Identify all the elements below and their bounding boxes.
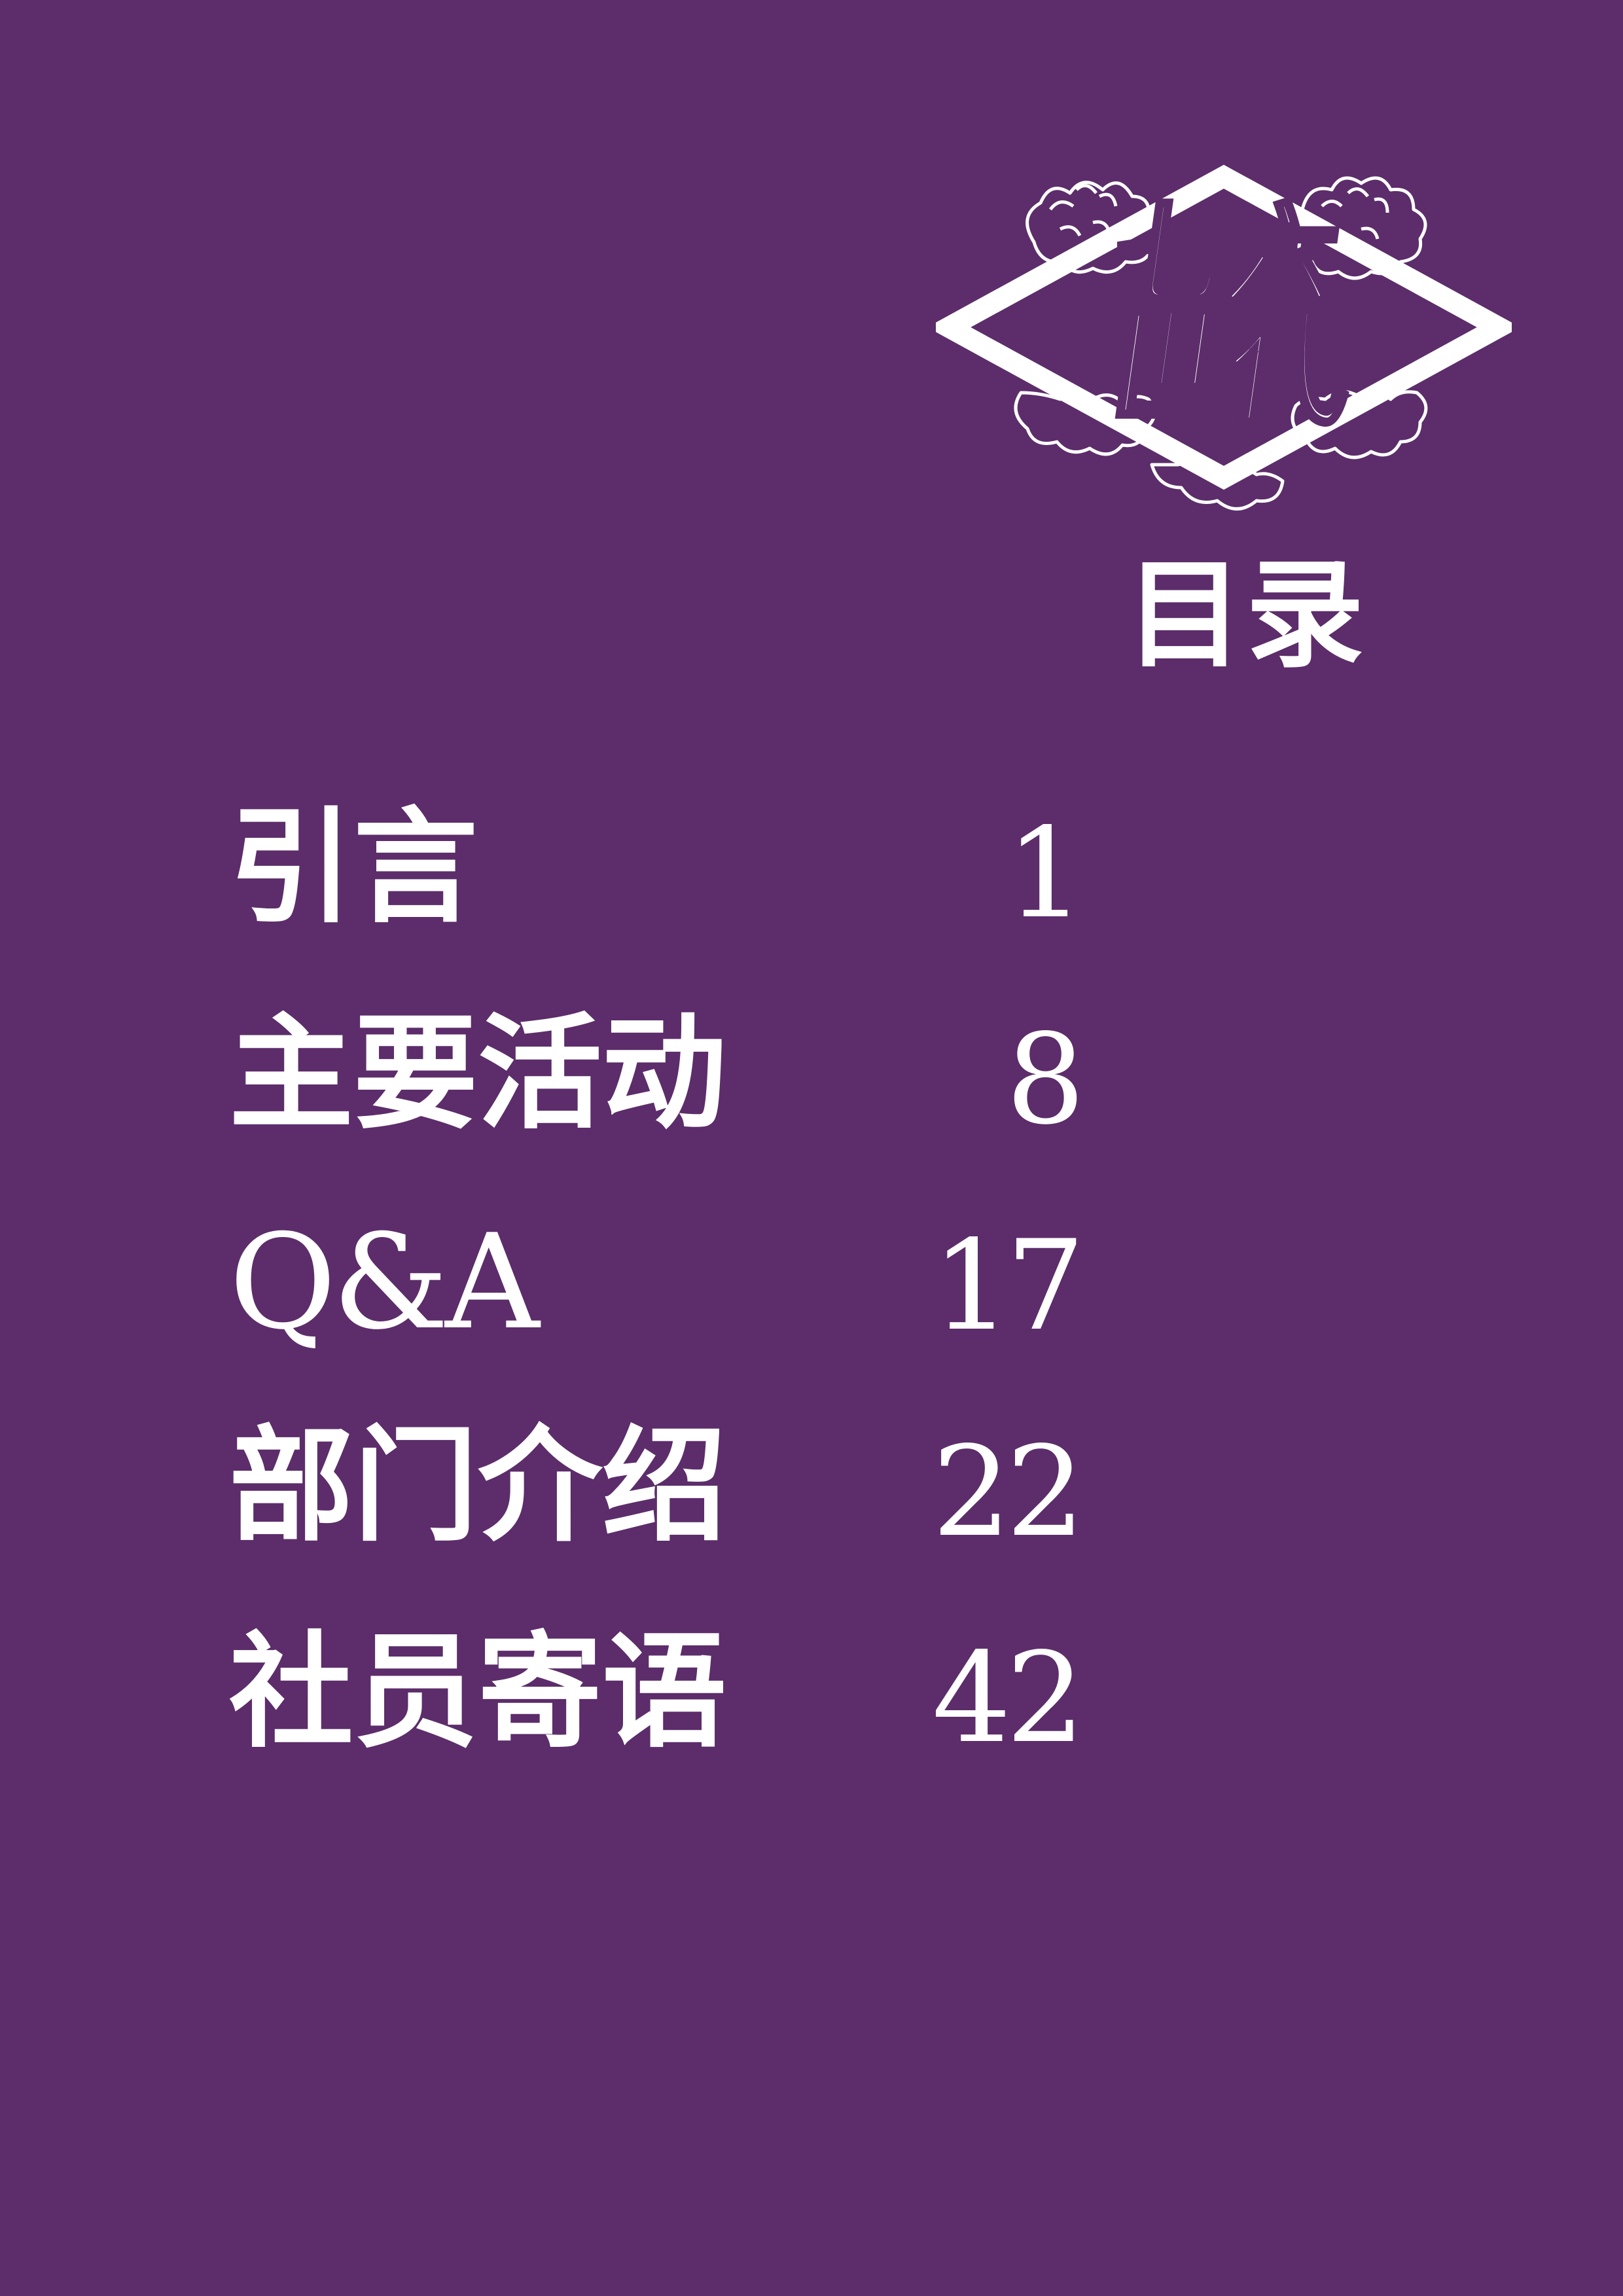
toc-entry[interactable]: Q&A 17: [229, 1206, 1085, 1424]
toc-entry-page: 1: [1006, 801, 1085, 946]
toc-entry-label: Q&A: [229, 1206, 539, 1359]
toc-entry[interactable]: 部门介绍 22: [229, 1412, 1085, 1630]
toc-entry-label: 部门介绍: [229, 1412, 727, 1558]
toc-entry[interactable]: 引言 1: [229, 794, 1085, 1011]
toc-entry-label: 引言: [229, 794, 478, 940]
logo-bottom-text: 世代: [1092, 298, 1361, 442]
toc-list: 引言 1 主要活动 8 Q&A 17 部门介绍 22 社员寄语 42: [229, 794, 1085, 1836]
toc-entry-page: 22: [932, 1420, 1085, 1564]
toc-entry-page: 17: [932, 1213, 1085, 1358]
table-of-contents-page: 七六 世代 目录 引言 1 主要活动 8 Q&A 17 部门介绍 22 社员寄语…: [0, 0, 1623, 2296]
toc-entry-label: 社员寄语: [229, 1619, 727, 1765]
club-emblem-icon: 七六 世代: [936, 131, 1512, 524]
toc-entry[interactable]: 主要活动 8: [229, 1000, 1085, 1217]
toc-title: 目录: [1126, 546, 1367, 684]
toc-entry-page: 8: [1006, 1007, 1085, 1152]
toc-entry[interactable]: 社员寄语 42: [229, 1619, 1085, 1836]
toc-entry-label: 主要活动: [229, 1000, 727, 1146]
toc-entry-page: 42: [932, 1626, 1085, 1770]
